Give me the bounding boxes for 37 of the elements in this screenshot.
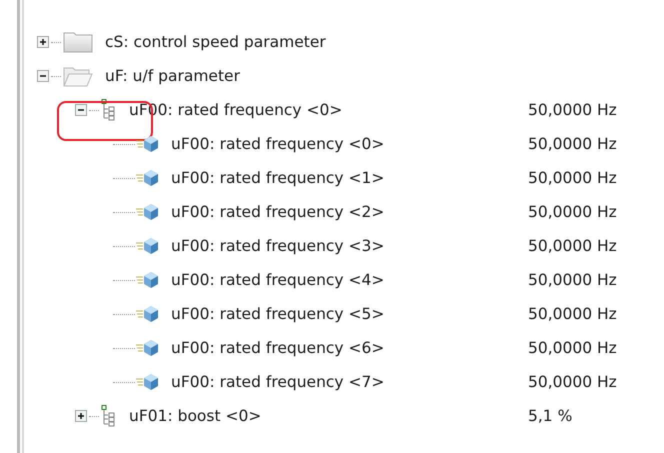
hierarchy-icon <box>101 405 117 427</box>
tree-item-label[interactable]: uF00: rated frequency <5> <box>171 305 384 323</box>
tree-item-label[interactable]: uF00: rated frequency <6> <box>171 339 384 357</box>
cube-icon <box>135 372 159 392</box>
parameter-value: 50,0000 Hz <box>528 271 617 289</box>
collapse-icon[interactable] <box>37 70 49 82</box>
parameter-value: 50,0000 Hz <box>528 135 617 153</box>
collapse-icon[interactable] <box>75 104 87 116</box>
tree-item-label[interactable]: uF01: boost <0> <box>129 407 262 425</box>
parameter-value: 50,0000 Hz <box>528 305 617 323</box>
tree-item-label[interactable]: cS: control speed parameter <box>105 33 326 51</box>
cube-icon <box>135 270 159 290</box>
tree-item-label[interactable]: uF00: rated frequency <2> <box>171 203 384 221</box>
cube-icon <box>135 338 159 358</box>
tree-item-label[interactable]: uF00: rated frequency <0> <box>171 135 384 153</box>
parameter-value: 50,0000 Hz <box>528 169 617 187</box>
cube-icon <box>135 134 159 154</box>
parameter-value: 50,0000 Hz <box>528 373 617 391</box>
tree-item-label[interactable]: uF00: rated frequency <3> <box>171 237 384 255</box>
folder-icon <box>63 31 93 53</box>
parameter-value: 5,1 % <box>528 407 572 425</box>
parameter-value: 50,0000 Hz <box>528 237 617 255</box>
tree-item-label[interactable]: uF: u/f parameter <box>105 67 240 85</box>
cube-icon <box>135 202 159 222</box>
open-folder-icon <box>63 65 93 87</box>
cube-icon <box>135 236 159 256</box>
cube-icon <box>135 304 159 324</box>
expand-icon[interactable] <box>75 410 87 422</box>
cube-icon <box>135 168 159 188</box>
parameter-value: 50,0000 Hz <box>528 101 617 119</box>
tree-item-label[interactable]: uF00: rated frequency <4> <box>171 271 384 289</box>
hierarchy-icon <box>101 99 117 121</box>
tree-item-label[interactable]: uF00: rated frequency <1> <box>171 169 384 187</box>
tree-item-label[interactable]: uF00: rated frequency <7> <box>171 373 384 391</box>
parameter-value: 50,0000 Hz <box>528 203 617 221</box>
parameter-value: 50,0000 Hz <box>528 339 617 357</box>
expand-icon[interactable] <box>37 36 49 48</box>
